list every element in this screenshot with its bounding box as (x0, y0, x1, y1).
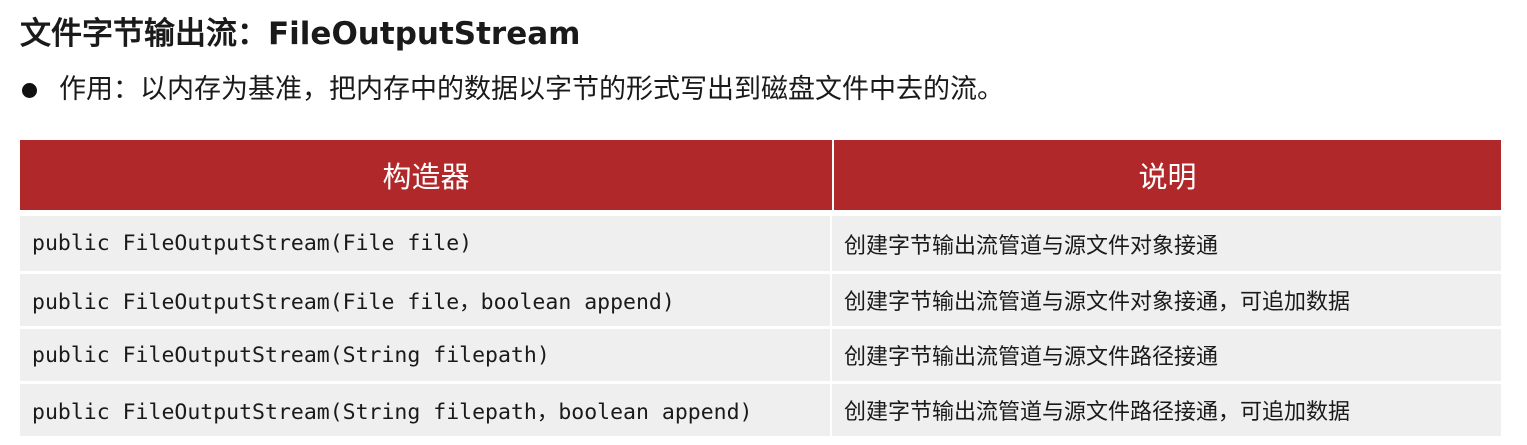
description-cell: 创建字节输出流管道与源文件对象接通 (844, 233, 1219, 259)
purpose-bullet: 作用：以内存为基准，把内存中的数据以字节的形式写出到磁盘文件中去的流。 (22, 70, 1004, 110)
description-cell: 创建字节输出流管道与源文件路径接通，可追加数据 (844, 400, 1351, 425)
header-constructor: 构造器 (20, 140, 834, 210)
table-header: 构造器 说明 (20, 140, 1501, 210)
bullet-dot-icon (22, 82, 37, 98)
constructor-cell: public FileOutputStream(String filepath) (20, 329, 832, 381)
table-row: public FileOutputStream(String filepath，… (20, 384, 1501, 436)
purpose-text: 作用：以内存为基准，把内存中的数据以字节的形式写出到磁盘文件中去的流。 (59, 74, 1004, 105)
table-row: public FileOutputStream(File file) 创建字节输… (20, 216, 1501, 271)
page-title: 文件字节输出流：FileOutputStream (20, 16, 581, 52)
constructor-cell: public FileOutputStream(String filepath，… (20, 384, 832, 436)
table-row: public FileOutputStream(String filepath)… (20, 329, 1501, 381)
constructor-table: 构造器 说明 public FileOutputStream(File file… (20, 140, 1501, 436)
constructor-cell: public FileOutputStream(File file，boolea… (20, 274, 832, 326)
table-row: public FileOutputStream(File file，boolea… (20, 274, 1501, 326)
header-description: 说明 (1138, 160, 1197, 194)
description-cell: 创建字节输出流管道与源文件路径接通 (844, 345, 1219, 370)
constructor-cell: public FileOutputStream(File file) (20, 216, 832, 271)
description-cell: 创建字节输出流管道与源文件对象接通，可追加数据 (844, 290, 1351, 315)
